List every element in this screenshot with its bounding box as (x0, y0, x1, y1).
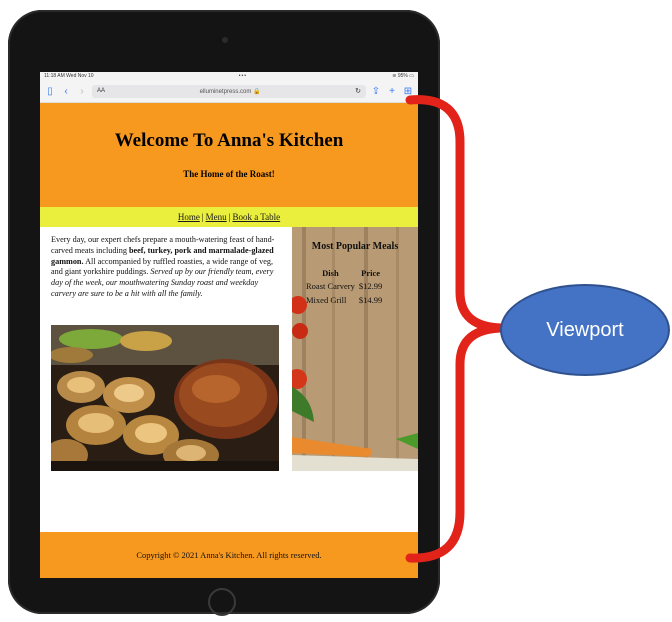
copyright-text: Copyright © 2021 Anna's Kitchen. All rig… (136, 550, 322, 560)
site-title: Welcome To Anna's Kitchen (114, 130, 344, 151)
share-icon[interactable]: ⇪ (370, 86, 382, 97)
address-text: elluminetpress.com 🔒 (199, 88, 261, 95)
carvery-photo (51, 325, 279, 471)
column-header-price: Price (361, 268, 380, 278)
nav-link-book-a-table[interactable]: Book a Table (232, 212, 280, 222)
lock-icon: 🔒 (253, 88, 261, 95)
viewport-callout: Viewport (500, 284, 670, 376)
new-tab-icon[interactable]: + (386, 86, 398, 97)
sidebar-icon[interactable]: ▯ (44, 86, 56, 97)
browser-viewport: 11:18 AM Wed Nov 10 ••• ≋ 95% ▭ ▯ ‹ › AA… (40, 72, 418, 578)
front-camera (222, 37, 228, 43)
viewport-brace (405, 95, 505, 563)
wifi-icon: ≋ (392, 73, 397, 79)
reload-icon[interactable]: ↻ (355, 87, 361, 95)
popular-meals-panel: Most Popular Meals Dish Price Roast Carv… (292, 227, 418, 471)
status-time-date: 11:18 AM Wed Nov 10 (44, 73, 94, 79)
table-header-row: Dish Price (304, 267, 384, 279)
popular-meals-table: Dish Price Roast Carvery $12.99 Mixed Gr… (304, 267, 384, 307)
ipad-frame: 11:18 AM Wed Nov 10 ••• ≋ 95% ▭ ▯ ‹ › AA… (8, 10, 440, 616)
price-cell: $14.99 (358, 295, 383, 305)
site-footer: Copyright © 2021 Anna's Kitchen. All rig… (40, 532, 418, 578)
nav-link-home[interactable]: Home (178, 212, 200, 222)
home-button[interactable] (208, 588, 236, 616)
popular-meals-title: Most Popular Meals (311, 241, 399, 252)
table-row: Mixed Grill $14.99 (304, 293, 384, 307)
battery-icon: ▭ (409, 73, 414, 79)
site-subtitle: The Home of the Roast! (183, 169, 275, 179)
main-content: Every day, our expert chefs prepare a mo… (40, 227, 418, 471)
dish-cell: Mixed Grill (306, 295, 347, 305)
multitask-dots[interactable]: ••• (239, 73, 247, 79)
left-column: Every day, our expert chefs prepare a mo… (40, 227, 288, 471)
intro-paragraph: Every day, our expert chefs prepare a mo… (51, 235, 275, 298)
nav-separator: | (228, 212, 231, 222)
battery-indicator: ≋ 95% ▭ (392, 73, 414, 79)
forward-icon[interactable]: › (76, 86, 88, 97)
nav-bar: Home | Menu | Book a Table (40, 207, 418, 227)
back-icon[interactable]: ‹ (60, 86, 72, 97)
safari-toolbar: ▯ ‹ › AA elluminetpress.com 🔒 ↻ ⇪ + ⊞ (40, 80, 418, 103)
site-header: Welcome To Anna's Kitchen The Home of th… (40, 103, 418, 207)
nav-link-menu[interactable]: Menu (206, 212, 227, 222)
table-row: Roast Carvery $12.99 (304, 279, 384, 293)
address-bar[interactable]: AA elluminetpress.com 🔒 ↻ (92, 84, 366, 98)
text-size-button[interactable]: AA (97, 88, 105, 94)
dish-cell: Roast Carvery (306, 281, 355, 291)
status-bar: 11:18 AM Wed Nov 10 ••• ≋ 95% ▭ (40, 72, 418, 80)
nav-separator: | (201, 212, 204, 222)
price-cell: $12.99 (358, 281, 383, 291)
viewport-label: Viewport (546, 318, 624, 341)
column-header-dish: Dish (322, 268, 339, 278)
